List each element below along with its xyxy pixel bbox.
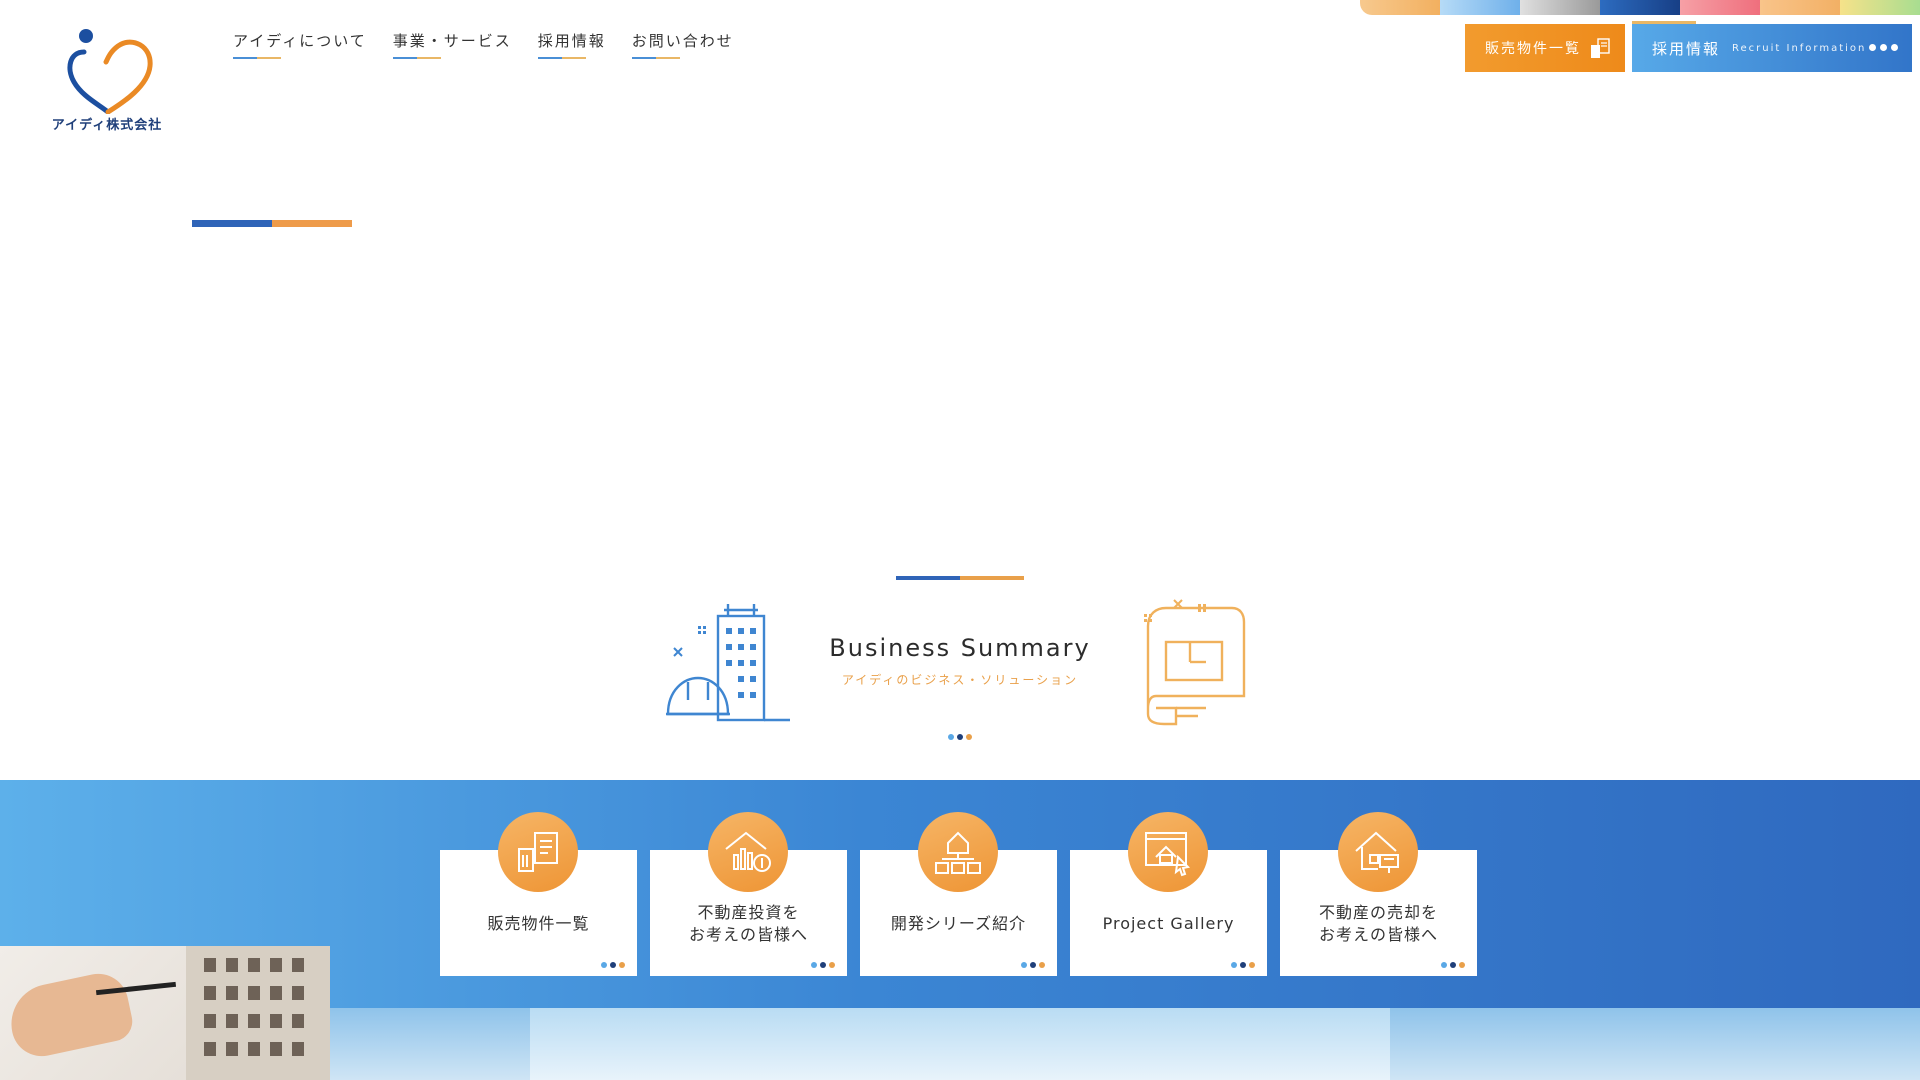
- card-label: 開発シリーズ紹介: [890, 914, 1027, 934]
- sales-button-label: 販売物件一覧: [1485, 41, 1581, 57]
- nav-item-about[interactable]: アイディについて: [233, 30, 367, 59]
- stripe-seg: [1440, 0, 1520, 15]
- card-development-series[interactable]: 開発シリーズ紹介: [860, 812, 1057, 976]
- stripe-seg: [1520, 0, 1600, 15]
- building-document-icon: [1591, 38, 1610, 58]
- sell-house-icon: [1338, 812, 1418, 892]
- card-investment[interactable]: 不動産投資を お考えの皆様へ: [650, 812, 847, 976]
- nav-item-contact[interactable]: お問い合わせ: [631, 30, 734, 59]
- stripe-seg: [1760, 0, 1840, 15]
- recruit-button-label: 採用情報: [1652, 39, 1721, 58]
- stripe-seg: [1680, 0, 1760, 15]
- photo-hand: [4, 968, 136, 1062]
- logo-text: アイディ株式会社: [51, 118, 163, 133]
- stripe-seg: [1360, 0, 1440, 15]
- card-project-gallery[interactable]: Project Gallery: [1070, 812, 1267, 976]
- nav-label: アイディについて: [233, 32, 367, 50]
- card-dots: [601, 962, 625, 968]
- nav-underline: [392, 57, 441, 59]
- nav-item-recruit[interactable]: 採用情報: [537, 30, 606, 59]
- service-cards: 販売物件一覧 不動産投資を お考えの皆様へ 開発シリーズ紹介 Project Ga…: [440, 812, 1477, 976]
- site-logo[interactable]: アイディ株式会社: [42, 28, 172, 138]
- sky-photo: [330, 1008, 1920, 1080]
- card-dots: [811, 962, 835, 968]
- stripe-seg: [1600, 0, 1680, 15]
- sales-listings-button[interactable]: 販売物件一覧: [1465, 24, 1625, 72]
- investment-house-icon: [708, 812, 788, 892]
- card-label-line1: 不動産投資を: [697, 903, 800, 923]
- logo-heart-icon: [67, 29, 153, 114]
- nav-underline: [631, 57, 680, 59]
- recruit-info-button[interactable]: 採用情報 Recruit Information: [1632, 21, 1912, 72]
- hero-divider: [192, 220, 352, 227]
- card-sell-property[interactable]: 不動産の売却を お考えの皆様へ: [1280, 812, 1477, 976]
- card-label: 販売物件一覧: [487, 914, 590, 934]
- nav-underline: [233, 57, 281, 59]
- card-label: Project Gallery: [1102, 914, 1235, 934]
- stripe-seg: [1840, 0, 1920, 15]
- blueprint-icon: [1144, 599, 1246, 726]
- card-label-line2: お考えの皆様へ: [1318, 925, 1438, 944]
- section-dots: [948, 734, 972, 740]
- development-series-icon: [918, 812, 998, 892]
- section-divider: [896, 576, 1024, 580]
- sky-photo-center: [530, 1008, 1390, 1080]
- nav-label: 採用情報: [537, 32, 606, 50]
- more-dots-icon: [1869, 44, 1898, 51]
- nav-item-services[interactable]: 事業・サービス: [392, 30, 512, 59]
- global-nav: アイディについて 事業・サービス 採用情報 お問い合わせ: [233, 30, 734, 59]
- nav-underline: [537, 57, 586, 59]
- photo-building: [186, 946, 330, 1080]
- building-helmet-icon: [666, 604, 790, 722]
- card-label-line2: お考えの皆様へ: [688, 925, 808, 944]
- color-stripe: [1360, 0, 1920, 15]
- hero-photo-hand-building: [0, 946, 330, 1080]
- business-summary-title: Business Summary: [829, 634, 1091, 662]
- card-dots: [1021, 962, 1045, 968]
- property-list-icon: [498, 812, 578, 892]
- nav-label: お問い合わせ: [631, 32, 734, 50]
- card-dots: [1231, 962, 1255, 968]
- card-label-line1: 不動産の売却を: [1318, 903, 1438, 923]
- card-dots: [1441, 962, 1465, 968]
- card-sales-listings[interactable]: 販売物件一覧: [440, 812, 637, 976]
- nav-label: 事業・サービス: [392, 32, 512, 50]
- gallery-icon: [1128, 812, 1208, 892]
- recruit-button-sublabel: Recruit Information: [1732, 42, 1867, 54]
- business-summary-subtitle: アイディのビジネス・ソリューション: [841, 673, 1079, 687]
- recruit-tab-accent: [1632, 21, 1696, 24]
